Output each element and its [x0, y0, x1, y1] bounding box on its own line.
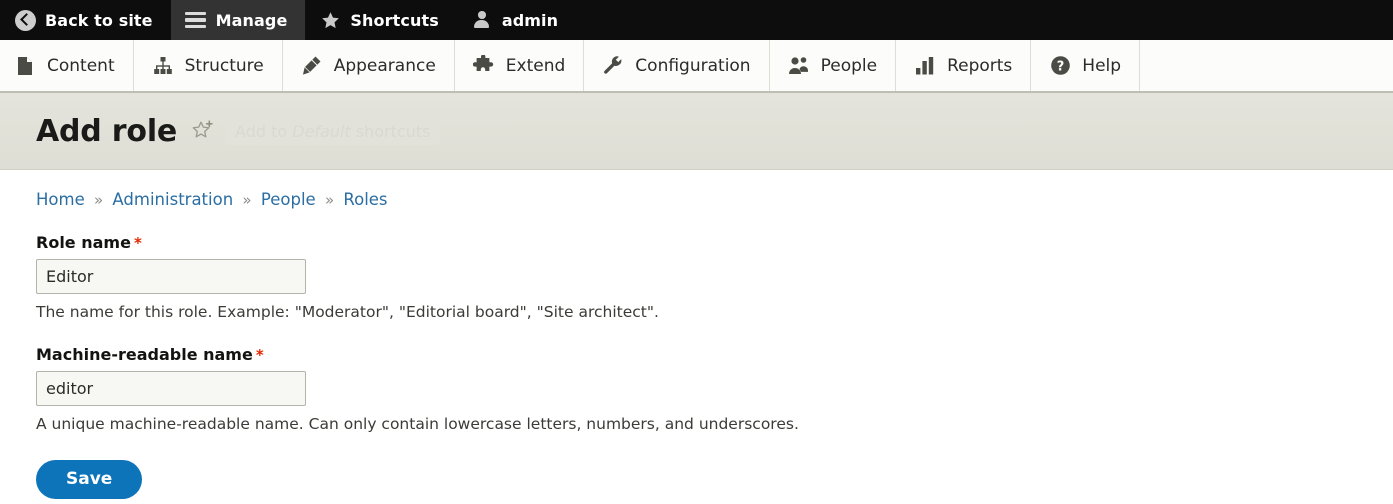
menu-item-label: Appearance — [333, 55, 436, 76]
wrench-icon — [602, 55, 624, 77]
menu-item-label: Extend — [505, 55, 566, 76]
role-name-description: The name for this role. Example: "Modera… — [36, 302, 659, 321]
form-item-role-name: Role name* The name for this role. Examp… — [36, 233, 1357, 321]
breadcrumb-item-roles[interactable]: Roles — [343, 190, 387, 209]
star-icon — [319, 9, 341, 31]
admin-toolbar: Back to site Manage Shortcuts admin — [0, 0, 1393, 40]
menu-item-appearance[interactable]: Appearance — [283, 40, 455, 91]
toolbar-item-back-to-site[interactable]: Back to site — [0, 0, 171, 40]
menu-item-label: People — [820, 55, 878, 76]
required-marker: * — [255, 345, 264, 364]
hamburger-icon — [185, 9, 207, 31]
svg-text:?: ? — [1057, 59, 1065, 74]
page-title-band: Add role Add to Default shortcuts — [0, 93, 1393, 170]
page-title: Add role — [36, 113, 178, 149]
add-shortcut-control[interactable]: Add to Default shortcuts — [191, 117, 441, 145]
back-arrow-icon — [14, 9, 36, 31]
machine-name-description: A unique machine-readable name. Can only… — [36, 414, 799, 433]
menu-item-structure[interactable]: Structure — [134, 40, 283, 91]
breadcrumb-separator: » — [324, 191, 335, 209]
breadcrumb-item-administration[interactable]: Administration — [112, 190, 233, 209]
toolbar-item-manage[interactable]: Manage — [170, 0, 306, 40]
breadcrumb-item-home[interactable]: Home — [36, 190, 85, 209]
label-text: Machine-readable name — [36, 344, 253, 364]
document-icon — [14, 55, 36, 77]
menu-item-extend[interactable]: Extend — [455, 40, 585, 91]
menu-item-reports[interactable]: Reports — [896, 40, 1032, 91]
people-icon — [788, 55, 810, 77]
star-plus-icon[interactable] — [191, 119, 215, 143]
toolbar-item-label: Manage — [215, 10, 288, 30]
tooltip-suffix: shortcuts — [350, 121, 431, 141]
menu-item-people[interactable]: People — [770, 40, 897, 91]
tooltip-prefix: Add to — [235, 121, 293, 141]
required-marker: * — [133, 233, 142, 252]
form-item-machine-name: Machine-readable name* A unique machine-… — [36, 345, 1357, 433]
main-content: Home » Administration » People » Roles R… — [0, 170, 1393, 499]
user-icon — [471, 9, 493, 31]
menu-item-help[interactable]: ? Help — [1031, 40, 1141, 91]
paintbrush-icon — [301, 55, 323, 77]
add-shortcut-tooltip: Add to Default shortcuts — [225, 117, 441, 145]
sitemap-icon — [152, 55, 174, 77]
breadcrumb-separator: » — [93, 191, 104, 209]
menu-item-label: Reports — [947, 55, 1013, 76]
machine-name-label: Machine-readable name * — [36, 345, 1357, 364]
toolbar-item-admin-user[interactable]: admin — [457, 0, 576, 40]
toolbar-item-shortcuts[interactable]: Shortcuts — [305, 0, 456, 40]
breadcrumb-item-people[interactable]: People — [261, 190, 316, 209]
role-name-label: Role name * — [36, 233, 1357, 252]
toolbar-item-label: admin — [501, 10, 559, 30]
breadcrumb: Home » Administration » People » Roles — [36, 170, 1357, 209]
save-button[interactable]: Save — [36, 459, 143, 499]
machine-name-input[interactable] — [36, 370, 306, 406]
breadcrumb-separator: » — [242, 191, 252, 209]
tooltip-emphasis: Default — [292, 121, 351, 141]
menu-item-label: Configuration — [635, 55, 751, 76]
label-text: Role name — [36, 232, 131, 252]
add-role-form: Role name* The name for this role. Examp… — [36, 233, 1357, 499]
toolbar-item-label: Back to site — [45, 10, 153, 30]
toolbar-item-label: Shortcuts — [350, 10, 439, 30]
menu-item-content[interactable]: Content — [0, 40, 134, 91]
menu-item-label: Help — [1082, 55, 1122, 76]
puzzle-piece-icon — [473, 55, 495, 77]
question-mark-icon: ? — [1049, 55, 1071, 77]
menu-item-configuration[interactable]: Configuration — [584, 40, 770, 91]
bar-chart-icon — [914, 55, 936, 77]
admin-menu: Content Structure Appearance Extend Conf… — [0, 40, 1393, 93]
role-name-input[interactable] — [36, 258, 306, 294]
menu-item-label: Content — [47, 55, 115, 76]
menu-item-label: Structure — [184, 55, 264, 76]
